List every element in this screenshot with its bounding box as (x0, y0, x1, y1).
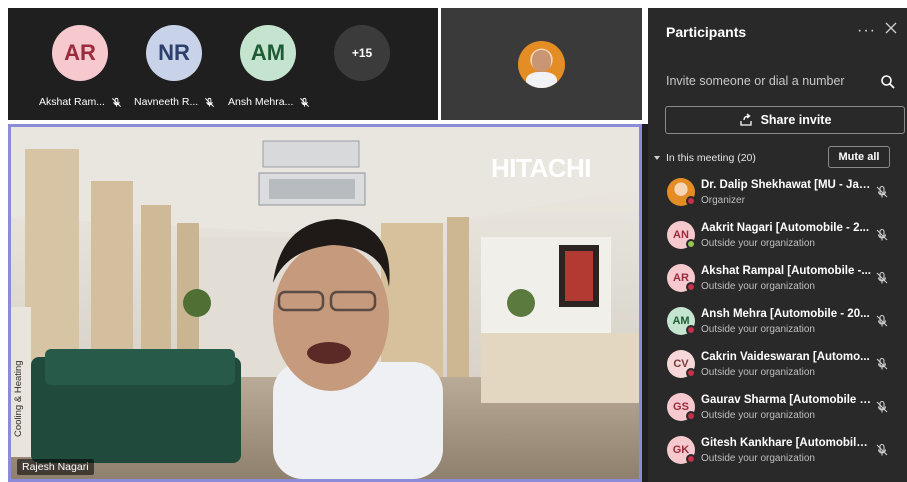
more-options-button[interactable]: ··· (857, 22, 876, 40)
participant-row[interactable]: CV Cakrin Vaideswaran [Automo... Outside y… (648, 346, 907, 389)
participant-row[interactable]: AN Aakrit Nagari [Automobile - 2... Outsid… (648, 217, 907, 260)
mic-off-icon[interactable] (875, 228, 889, 242)
presence-status-icon (686, 368, 696, 378)
brand-logo-text: HITACHI (491, 153, 592, 183)
share-invite-button[interactable]: Share invite (665, 106, 905, 134)
banner-text: Cooling & Heating (13, 360, 24, 437)
attendee-name: Ansh Mehra... (228, 96, 294, 108)
mic-off-icon (112, 97, 121, 107)
participant-role: Outside your organization (701, 238, 815, 249)
presence-status-icon (686, 196, 696, 206)
participant-role: Outside your organization (701, 453, 815, 464)
avatar: AR (52, 25, 108, 81)
attendee-strip: AR NR AM +15 Akshat Ram... Navneeth R...… (8, 8, 438, 120)
participant-row[interactable]: GS Gaurav Sharma [Automobile -... Outside … (648, 389, 907, 432)
participant-row[interactable]: Dr. Dalip Shekhawat [MU - Jai... Organize… (648, 174, 907, 217)
mic-off-icon (300, 97, 310, 107)
participant-role: Outside your organization (701, 281, 815, 292)
avatar-initials: AR (64, 40, 96, 65)
mute-all-button[interactable]: Mute all (828, 146, 890, 168)
avatar-initials: AM (250, 40, 286, 65)
attendee-name-row: Akshat Ram... (39, 96, 122, 108)
presence-status-icon (686, 411, 696, 421)
attendee-tile[interactable]: AM (236, 25, 300, 81)
mic-off-icon[interactable] (875, 443, 889, 457)
share-invite-label: Share invite (760, 113, 832, 127)
attendee-tile[interactable]: AR (48, 25, 112, 81)
presence-status-icon (686, 454, 696, 464)
close-icon[interactable] (884, 21, 898, 35)
participant-role: Outside your organization (701, 410, 815, 421)
participants-panel: Participants ··· Share invite In this me… (648, 8, 907, 482)
chevron-down-icon (654, 156, 660, 160)
avatar: NR (146, 25, 202, 81)
overflow-count: +15 (334, 25, 390, 81)
attendee-tile[interactable]: NR (142, 25, 206, 81)
search-icon[interactable] (880, 74, 896, 90)
attendee-name: Akshat Ram... (39, 96, 105, 108)
avatar-initials: NR (158, 40, 190, 65)
participant-row[interactable]: AM Ansh Mehra [Automobile - 20... Outside … (648, 303, 907, 346)
section-label: In this meeting (20) (666, 152, 756, 164)
mic-off-icon[interactable] (875, 357, 889, 371)
participant-name: Gaurav Sharma [Automobile -... (701, 394, 871, 406)
attendee-name-row: Ansh Mehra... (228, 96, 310, 108)
mic-off-icon[interactable] (875, 185, 889, 199)
mic-off-icon[interactable] (875, 314, 889, 328)
user-photo (518, 41, 565, 88)
participant-role: Outside your organization (701, 324, 815, 335)
participant-name: Dr. Dalip Shekhawat [MU - Jai... (701, 179, 871, 191)
main-speaker-video[interactable]: HITACHI Cooling & Heating Rajesh Nagari (8, 124, 642, 482)
participant-role: Outside your organization (701, 367, 815, 378)
avatar-initials: CV (673, 358, 689, 370)
participant-row[interactable]: AR Akshat Rampal [Automobile -... Outside … (648, 260, 907, 303)
participant-name: Ansh Mehra [Automobile - 20... (701, 308, 870, 320)
mic-off-icon[interactable] (875, 400, 889, 414)
avatar-initials: GS (673, 401, 689, 413)
overflow-count-label: +15 (351, 46, 373, 60)
share-icon (739, 113, 752, 126)
overflow-tile[interactable]: +15 (330, 25, 394, 81)
mic-off-icon[interactable] (875, 271, 889, 285)
teams-meeting-window: AR NR AM +15 Akshat Ram... Navneeth R...… (0, 0, 907, 482)
attendee-name: Navneeth R... (134, 96, 199, 108)
participant-name: Akshat Rampal [Automobile -... (701, 265, 871, 277)
in-meeting-section-header[interactable]: In this meeting (20) Mute all (654, 146, 901, 170)
participant-name: Gitesh Kankhare [Automobile ... (701, 437, 871, 449)
participant-name: Aakrit Nagari [Automobile - 2... (701, 222, 870, 234)
speaker-name-label: Rajesh Nagari (17, 459, 94, 475)
mic-off-icon (205, 97, 215, 107)
invite-search-input[interactable] (666, 70, 866, 92)
participant-row[interactable]: GK Gitesh Kankhare [Automobile ... Outside… (648, 432, 907, 475)
avatar-initials: AN (673, 229, 689, 241)
avatar-initials: AR (673, 272, 689, 284)
panel-title: Participants (666, 24, 747, 40)
avatar: AM (240, 25, 296, 81)
self-video-tile[interactable] (441, 8, 642, 120)
participant-name: Cakrin Vaideswaran [Automo... (701, 351, 870, 363)
presence-status-icon (686, 282, 696, 292)
participant-list: Dr. Dalip Shekhawat [MU - Jai... Organize… (648, 174, 907, 475)
participant-role: Organizer (701, 195, 745, 206)
attendee-name-row: Navneeth R... (134, 96, 215, 108)
presence-status-icon (686, 325, 696, 335)
presence-status-icon (686, 239, 696, 249)
